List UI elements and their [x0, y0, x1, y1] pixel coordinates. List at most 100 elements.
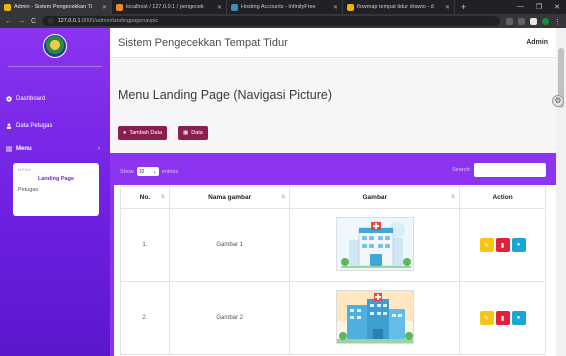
bookmark-star-icon[interactable] — [518, 17, 525, 25]
sidebar: Dashboard Data Petugas Menu › MENU : Lan… — [0, 28, 110, 356]
app-title: Sistem Pengecekkan Tempat Tidur — [118, 36, 288, 49]
browser-extensions: ⋮ — [506, 17, 561, 26]
new-tab-button[interactable]: + — [455, 2, 472, 12]
tab-close-icon[interactable]: ✕ — [445, 4, 450, 11]
tab-title: localhost / 127.0.0.1 / pengecek — [126, 4, 204, 10]
user-icon — [6, 123, 12, 129]
table-row: 2. Gambar 2 ✎ ▮ ● — [120, 281, 546, 355]
sidebar-item-dashboard[interactable]: Dashboard — [0, 96, 110, 102]
column-header-no[interactable]: No. ⇅ — [120, 186, 170, 209]
sidebar-submenu: MENU : Landing Page Petugas — [13, 163, 99, 216]
edit-button[interactable]: ✎ — [479, 238, 494, 252]
tab-favicon-icon — [231, 3, 238, 11]
trash-icon: ▮ — [500, 315, 505, 322]
eye-icon: ● — [516, 315, 521, 321]
tab-favicon-icon — [4, 3, 11, 11]
data-button[interactable]: ▦ Data — [178, 126, 208, 140]
sidebar-item-label: Data Petugas — [16, 123, 53, 129]
entries-value: 10 — [138, 168, 145, 175]
reload-icon[interactable]: C — [31, 18, 36, 25]
entries-select[interactable]: 10 ⌄ — [136, 167, 159, 176]
share-icon[interactable] — [506, 17, 513, 25]
view-button[interactable]: ● — [511, 311, 526, 325]
maximize-icon[interactable]: ❐ — [536, 3, 542, 11]
screen: Admin - Sistem Pengecekkan Ti ✕ localhos… — [0, 0, 566, 356]
sidebar-item-label: Dashboard — [16, 96, 46, 102]
cell-actions: ✎ ▮ ● — [459, 208, 546, 282]
chevron-down-icon: ⌄ — [152, 168, 157, 175]
browser-tab[interactable]: Admin - Sistem Pengecekkan Ti ✕ — [0, 0, 112, 14]
add-data-button[interactable]: ● Tambah Data — [118, 126, 168, 140]
address-bar[interactable]: ⓘ 127.0.0.1 :8000/admin/landingpagenavpi… — [42, 16, 500, 26]
sidebar-divider — [8, 66, 102, 67]
cell-name: Gambar 2 — [168, 281, 291, 355]
cell-image — [289, 208, 461, 282]
delete-button[interactable]: ▮ — [495, 311, 510, 325]
entries-control: Show 10 ⌄ entries — [120, 167, 178, 176]
eye-icon: ● — [516, 242, 521, 248]
submenu-item-petugas[interactable]: Petugas — [18, 187, 94, 193]
sidebar-item-label: Menu — [16, 146, 32, 152]
browser-tab[interactable]: flowmap tempat tidur drawio - d ✕ — [343, 0, 455, 14]
browser-tab-bar: Admin - Sistem Pengecekkan Ti ✕ localhos… — [0, 0, 566, 14]
forward-icon[interactable]: → — [18, 18, 25, 25]
hospital-illustration-1 — [335, 217, 414, 271]
column-header-gambar[interactable]: Gambar ⇅ — [289, 186, 461, 209]
data-table: No. ⇅ Nama gambar ⇅ Gambar ⇅ Action 1. Gamb… — [120, 186, 546, 355]
cell-no: 1. — [120, 208, 170, 282]
page-title: Menu Landing Page (Navigasi Picture) — [118, 88, 333, 102]
trash-icon: ▮ — [500, 242, 505, 249]
column-header-action[interactable]: Action — [459, 186, 546, 209]
view-button[interactable]: ● — [511, 238, 526, 252]
address-host: 127.0.0.1 — [57, 18, 81, 24]
cell-name: Gambar 1 — [168, 208, 291, 282]
tab-favicon-icon — [116, 3, 123, 11]
user-menu[interactable]: Admin — [526, 39, 548, 46]
top-navbar: Sistem Pengecekkan Tempat Tidur Admin — [110, 28, 556, 58]
table-row: 1. Gambar 1 ✎ ▮ ● — [120, 208, 546, 282]
sort-icon: ⇅ — [450, 194, 456, 200]
tab-close-icon[interactable]: ✕ — [102, 4, 107, 11]
window-controls: — ❐ ✕ — [517, 3, 566, 11]
delete-button[interactable]: ▮ — [495, 238, 510, 252]
minimize-icon[interactable]: — — [517, 3, 524, 11]
entries-label: entries — [161, 168, 179, 175]
submenu-header: MENU : — [18, 167, 34, 172]
browser-menu-icon[interactable]: ⋮ — [554, 18, 561, 26]
column-header-nama-gambar[interactable]: Nama gambar ⇅ — [168, 186, 291, 209]
chevron-right-icon: › — [98, 146, 100, 152]
hospital-illustration-2 — [335, 290, 414, 344]
button-label: Tambah Data — [129, 130, 163, 136]
site-info-icon[interactable]: ⓘ — [48, 17, 54, 25]
submenu-item-landing-page[interactable]: Landing Page — [18, 176, 94, 182]
button-label: Data — [191, 130, 203, 136]
tab-title: Admin - Sistem Pengecekkan Ti — [14, 4, 92, 10]
back-icon[interactable]: ← — [5, 18, 12, 25]
cell-no: 2. — [120, 281, 170, 355]
search-input[interactable] — [474, 163, 546, 177]
tab-close-icon[interactable]: ✕ — [217, 4, 222, 11]
profile-avatar[interactable] — [542, 17, 549, 25]
tab-favicon-icon — [347, 3, 354, 11]
sidebar-item-menu[interactable]: Menu › — [0, 146, 110, 152]
tab-close-icon[interactable]: ✕ — [333, 4, 338, 11]
cell-actions: ✎ ▮ ● — [459, 281, 546, 355]
sort-icon: ⇅ — [160, 194, 165, 200]
app-logo[interactable] — [43, 34, 67, 58]
close-window-icon[interactable]: ✕ — [554, 3, 560, 11]
pencil-icon: ✎ — [484, 242, 490, 249]
extension-icon[interactable] — [530, 17, 537, 25]
tab-title: Hosting Accounts - InfinityFree — [241, 4, 316, 10]
address-path: :8000/admin/landingpagenavpic — [80, 18, 159, 24]
browser-tab[interactable]: localhost / 127.0.0.1 / pengecek ✕ — [112, 0, 227, 14]
sidebar-item-data-petugas[interactable]: Data Petugas — [0, 123, 110, 129]
pencil-icon: ✎ — [484, 315, 490, 322]
cell-image — [289, 281, 461, 355]
settings-gear-icon[interactable]: ⚙ — [552, 95, 564, 107]
edit-button[interactable]: ✎ — [479, 311, 494, 325]
browser-tab[interactable]: Hosting Accounts - InfinityFree ✕ — [227, 0, 343, 14]
search-label: Search: — [452, 167, 471, 173]
table-header-row: No. ⇅ Nama gambar ⇅ Gambar ⇅ Action — [120, 186, 546, 209]
table-icon: ▦ — [183, 130, 189, 136]
show-label: Show — [120, 168, 134, 175]
